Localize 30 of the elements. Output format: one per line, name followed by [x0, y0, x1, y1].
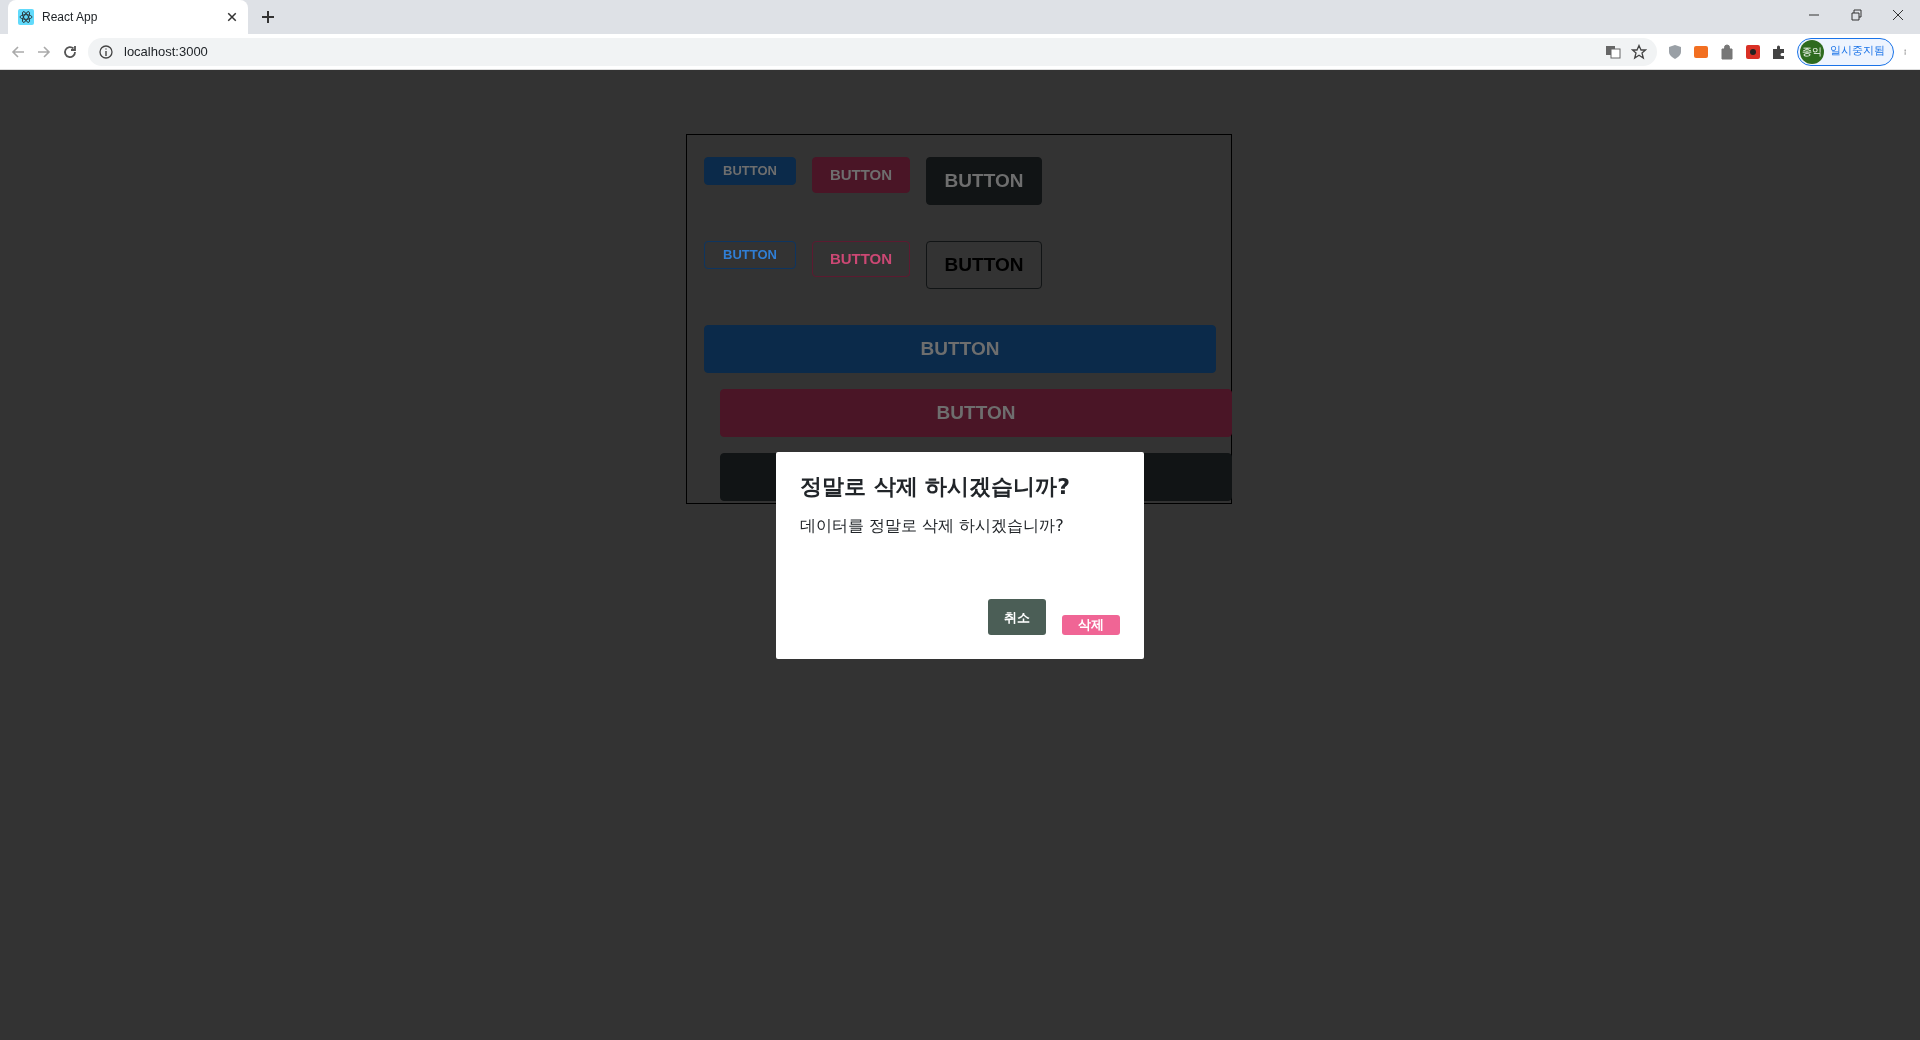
- shield-icon[interactable]: [1667, 43, 1683, 60]
- avatar: 종익: [1800, 39, 1824, 64]
- button[interactable]: BUTTON: [812, 157, 910, 193]
- button[interactable]: BUTTON: [812, 241, 910, 277]
- button[interactable]: BUTTON: [704, 157, 796, 185]
- close-icon[interactable]: [226, 11, 238, 23]
- translate-icon[interactable]: [1605, 43, 1621, 60]
- atom-icon: [18, 9, 34, 25]
- dialog-title: 정말로 삭제 하시겠습니까?: [800, 474, 1072, 501]
- url-text: localhost:3000: [124, 42, 209, 61]
- tab-title: React App: [42, 9, 99, 26]
- profile-status: 일시중지됨: [1830, 43, 1885, 60]
- cancel-button[interactable]: 취소: [988, 599, 1046, 635]
- restore-icon[interactable]: [1848, 7, 1864, 23]
- star-icon[interactable]: [1631, 43, 1647, 60]
- delete-button[interactable]: 삭제: [1062, 615, 1120, 635]
- plus-icon[interactable]: [260, 9, 276, 25]
- button[interactable]: BUTTON: [926, 157, 1042, 205]
- close-icon[interactable]: [1890, 7, 1906, 23]
- browser-tab[interactable]: React App: [8, 0, 248, 34]
- button[interactable]: BUTTON: [704, 325, 1216, 373]
- profile-button[interactable]: 종익 일시중지됨: [1797, 37, 1894, 66]
- button[interactable]: BUTTON: [704, 241, 796, 269]
- info-icon: [98, 43, 114, 60]
- reload-icon[interactable]: [62, 43, 78, 60]
- puzzle-icon[interactable]: [1771, 43, 1787, 60]
- bag-icon[interactable]: [1719, 43, 1735, 60]
- dialog-message: 데이터를 정말로 삭제 하시겠습니까?: [800, 515, 1065, 538]
- address-bar[interactable]: localhost:3000: [88, 37, 1657, 66]
- button[interactable]: BUTTON: [720, 389, 1232, 437]
